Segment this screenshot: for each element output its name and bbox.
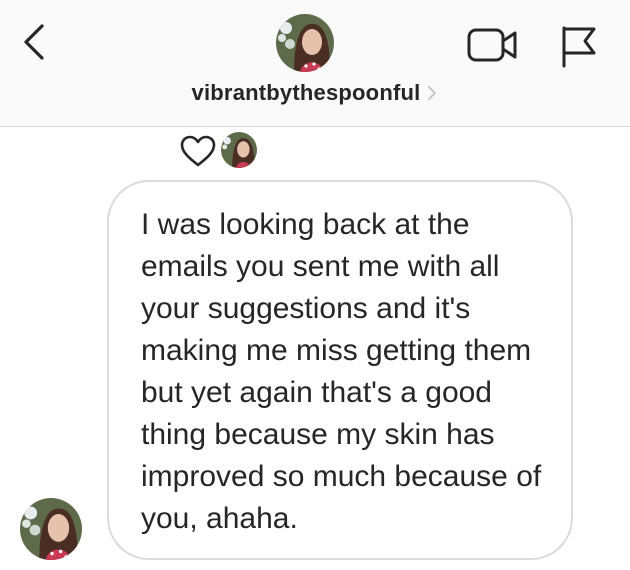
- chevron-right-icon: [428, 86, 437, 100]
- avatar-photo: [20, 498, 82, 560]
- reaction-heart[interactable]: [179, 134, 217, 168]
- report-button[interactable]: [558, 24, 598, 68]
- message-bubble[interactable]: I was looking back at the emails you sen…: [107, 180, 573, 560]
- video-camera-icon: [467, 28, 517, 62]
- reaction-avatar: [221, 132, 257, 168]
- conversation-title[interactable]: vibrantbythespoonful: [0, 78, 630, 108]
- heart-outline-icon: [180, 135, 216, 167]
- message-text: I was looking back at the emails you sen…: [141, 208, 542, 535]
- back-button[interactable]: [18, 22, 54, 62]
- profile-avatar[interactable]: [276, 14, 334, 72]
- video-call-button[interactable]: [466, 24, 520, 66]
- username-label: vibrantbythespoonful: [191, 80, 421, 105]
- sender-avatar[interactable]: [20, 498, 82, 560]
- avatar-photo: [276, 14, 334, 72]
- flag-icon: [562, 26, 596, 68]
- avatar-photo: [221, 132, 257, 168]
- conversation-header: vibrantbythespoonful: [0, 0, 630, 127]
- chevron-left-icon: [24, 24, 44, 60]
